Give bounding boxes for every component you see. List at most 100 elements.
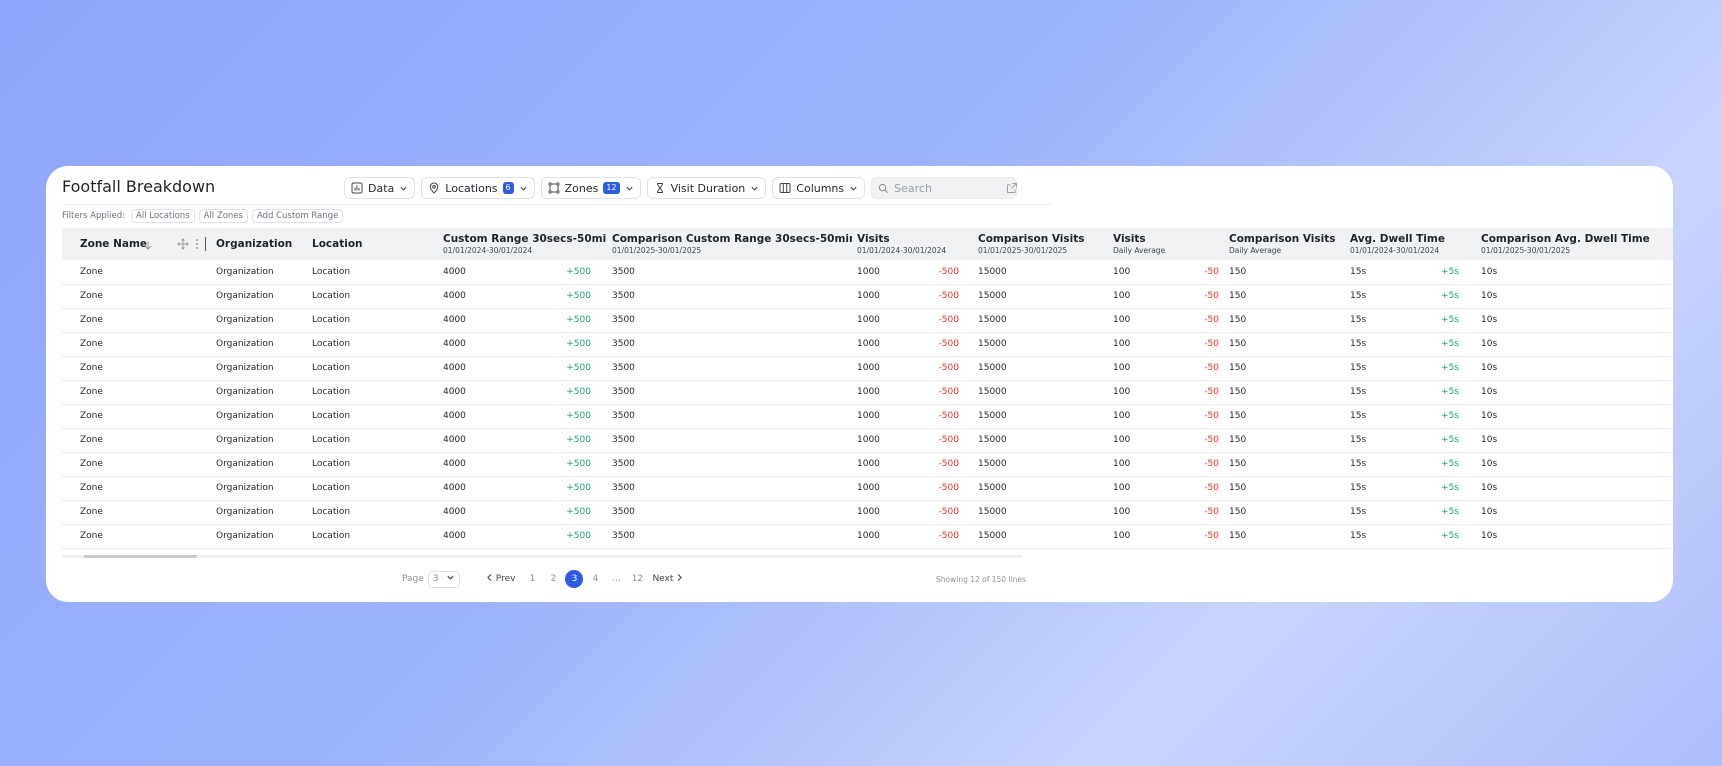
page-number-1[interactable]: 1 <box>523 574 541 584</box>
page-number-3-active[interactable]: 3 <box>565 570 584 588</box>
map-pin-icon <box>428 182 440 194</box>
visits-cell: 1000 -500 <box>852 332 973 357</box>
location-cell: Location <box>307 524 438 549</box>
custom-range-value: 4000 <box>443 531 466 541</box>
table-row[interactable]: Zone Organization Location 4000 +500 3500 1000… <box>62 380 1673 405</box>
column-header-organization[interactable]: Organization <box>211 228 307 260</box>
filter-chip-all-locations[interactable]: All Locations <box>131 209 195 223</box>
column-header-visits-daily-average[interactable]: Visits Daily Average <box>1108 228 1224 260</box>
column-header-comparison-avg-dwell-time[interactable]: Comparison Avg. Dwell Time 01/01/2025-30/… <box>1476 228 1673 260</box>
visits-daily-average-value: 100 <box>1113 387 1131 397</box>
columns-dropdown[interactable]: Columns <box>772 177 866 199</box>
table-row[interactable]: Zone Organization Location 4000 +500 3500 1000… <box>62 500 1673 525</box>
column-header-location[interactable]: Location <box>307 228 438 260</box>
table-row[interactable]: Zone Organization Location 4000 +500 3500 1000… <box>62 524 1673 549</box>
page-number-2[interactable]: 2 <box>544 574 562 584</box>
location-cell: Location <box>307 476 438 501</box>
table-row[interactable]: Zone Organization Location 4000 +500 3500 1000… <box>62 284 1673 309</box>
table-row[interactable]: Zone Organization Location 4000 +500 3500 1000… <box>62 260 1673 285</box>
filter-chip-all-zones[interactable]: All Zones <box>198 209 248 223</box>
table-row[interactable]: Zone Organization Location 4000 +500 3500 1000… <box>62 404 1673 429</box>
visits-delta: -500 <box>938 315 959 325</box>
comparison-custom-range-cell: 3500 <box>607 428 852 453</box>
next-page-button[interactable]: Next <box>652 573 683 585</box>
comparison-avg-dwell-time-cell: 10s <box>1476 260 1673 285</box>
organization-cell: Organization <box>211 308 307 333</box>
chevron-down-icon <box>519 184 528 193</box>
more-options-icon[interactable] <box>195 235 199 254</box>
custom-range-cell: 4000 +500 <box>438 380 607 405</box>
column-header-comparison-visits[interactable]: Comparison Visits 01/01/2025-30/01/2025 <box>973 228 1108 260</box>
column-resize-handle[interactable] <box>205 237 206 251</box>
data-dropdown[interactable]: Data <box>344 177 416 199</box>
location-cell: Location <box>307 500 438 525</box>
hourglass-icon <box>654 182 666 194</box>
column-header-avg-dwell-time[interactable]: Avg. Dwell Time 01/01/2024-30/01/2024 <box>1345 228 1476 260</box>
visits-cell: 1000 -500 <box>852 452 973 477</box>
column-subtitle: Daily Average <box>1229 246 1282 255</box>
data-dropdown-label: Data <box>368 181 395 195</box>
bar-chart-icon <box>351 182 363 194</box>
visits-value: 1000 <box>857 363 880 373</box>
columns-dropdown-label: Columns <box>796 181 845 195</box>
horizontal-scrollbar[interactable] <box>62 555 1022 558</box>
breakdown-table: Zone Name Organization Location Custom R… <box>62 228 1673 549</box>
drag-move-icon[interactable] <box>177 235 189 254</box>
column-header-comparison-custom-range[interactable]: Comparison Custom Range 30secs-50min 01/0… <box>607 228 856 260</box>
column-header-custom-range[interactable]: Custom Range 30secs-50min 01/01/2024-30/0… <box>438 228 614 260</box>
locations-dropdown[interactable]: Locations 6 <box>421 177 535 199</box>
visits-daily-average-cell: 100 -50 <box>1108 524 1224 549</box>
scrollbar-thumb[interactable] <box>84 555 197 558</box>
next-label: Next <box>652 574 674 584</box>
visits-delta: -500 <box>938 507 959 517</box>
comparison-custom-range-cell: 3500 <box>607 380 852 405</box>
table-row[interactable]: Zone Organization Location 4000 +500 3500 1000… <box>62 476 1673 501</box>
comparison-visits-cell: 15000 <box>973 284 1108 309</box>
visits-daily-average-value: 100 <box>1113 507 1131 517</box>
comparison-visits-cell: 15000 <box>973 308 1108 333</box>
avg-dwell-time-delta: +5s <box>1441 291 1459 301</box>
zone-name-cell: Zone <box>62 356 211 381</box>
zone-name-cell: Zone <box>62 260 211 285</box>
page-number-12[interactable]: 12 <box>628 574 646 584</box>
footfall-breakdown-card: Footfall Breakdown Data Locations 6 Zone… <box>46 166 1673 602</box>
sort-descending-icon[interactable] <box>143 235 153 254</box>
zone-name-cell: Zone <box>62 308 211 333</box>
visits-cell: 1000 -500 <box>852 500 973 525</box>
visit-duration-label: Visit Duration <box>670 181 746 195</box>
avg-dwell-time-cell: 15s +5s <box>1345 428 1476 453</box>
avg-dwell-time-cell: 15s +5s <box>1345 524 1476 549</box>
custom-range-delta: +500 <box>566 266 591 277</box>
table-row[interactable]: Zone Organization Location 4000 +500 3500 1000… <box>62 332 1673 357</box>
visit-duration-dropdown[interactable]: Visit Duration <box>646 177 767 199</box>
prev-page-button[interactable]: Prev <box>486 573 515 585</box>
table-row[interactable]: Zone Organization Location 4000 +500 3500 1000… <box>62 452 1673 477</box>
organization-cell: Organization <box>211 404 307 429</box>
visits-cell: 1000 -500 <box>852 308 973 333</box>
toolbar: Data Locations 6 Zones 12 Visit Duration… <box>344 177 1018 199</box>
comparison-visits-daily-average-cell: 150 <box>1224 428 1345 453</box>
breakdown-table-container: Zone Name Organization Location Custom R… <box>62 228 1673 549</box>
table-row[interactable]: Zone Organization Location 4000 +500 3500 1000… <box>62 308 1673 333</box>
page-number-4[interactable]: 4 <box>586 574 604 584</box>
external-link-icon[interactable] <box>1006 179 1018 198</box>
visits-daily-average-delta: -50 <box>1204 291 1219 301</box>
organization-cell: Organization <box>211 332 307 357</box>
visits-delta: -500 <box>938 339 959 349</box>
column-header-comparison-visits-daily-average[interactable]: Comparison Visits Daily Average <box>1224 228 1345 260</box>
avg-dwell-time-delta: +5s <box>1441 363 1459 373</box>
add-custom-range-chip[interactable]: Add Custom Range <box>251 209 344 223</box>
zones-dropdown[interactable]: Zones 12 <box>540 177 641 199</box>
column-header-visits[interactable]: Visits 01/01/2024-30/01/2024 <box>852 228 973 260</box>
comparison-avg-dwell-time-cell: 10s <box>1476 356 1673 381</box>
page-select[interactable]: 3 <box>427 570 460 588</box>
custom-range-value: 4000 <box>443 459 466 469</box>
custom-range-value: 4000 <box>443 291 466 301</box>
search-input[interactable] <box>894 181 1005 195</box>
table-row[interactable]: Zone Organization Location 4000 +500 3500 1000… <box>62 356 1673 381</box>
comparison-visits-cell: 15000 <box>973 404 1108 429</box>
table-row[interactable]: Zone Organization Location 4000 +500 3500 1000… <box>62 428 1673 453</box>
comparison-visits-cell: 15000 <box>973 356 1108 381</box>
visits-daily-average-delta: -50 <box>1204 339 1219 349</box>
column-header-zone-name[interactable]: Zone Name <box>62 228 211 260</box>
